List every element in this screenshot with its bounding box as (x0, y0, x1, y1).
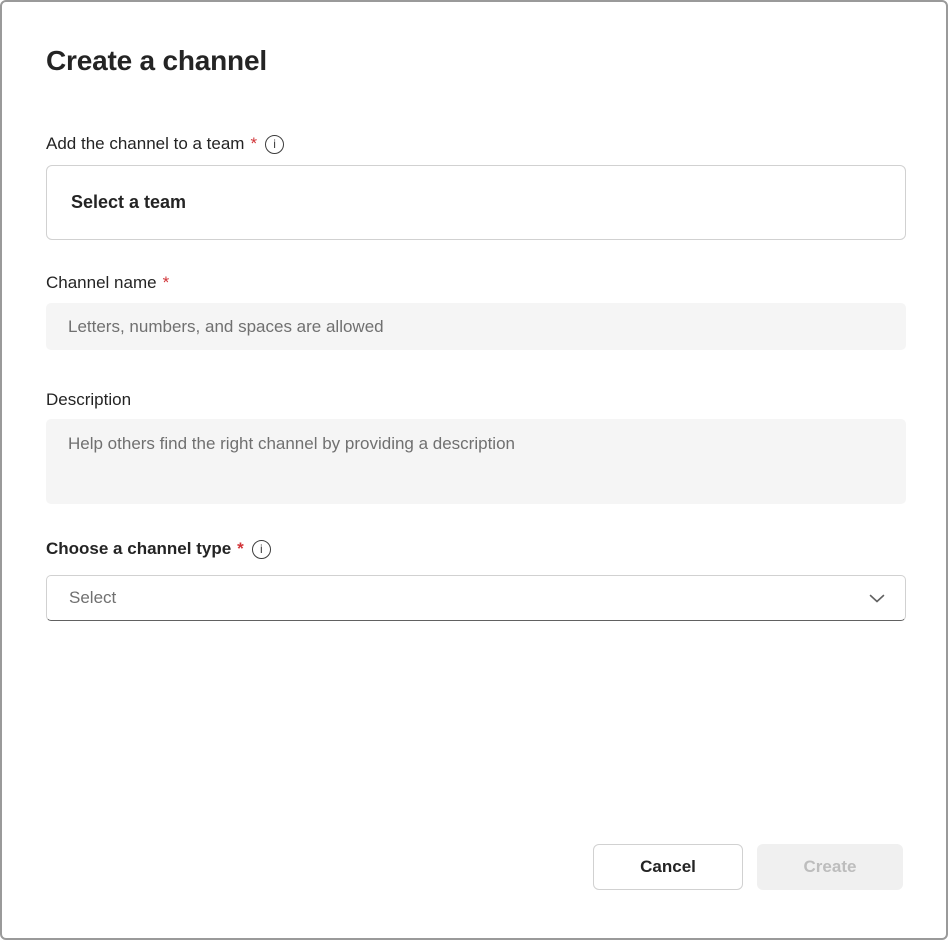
channel-name-label: Channel name (46, 272, 157, 294)
team-field-label-row: Add the channel to a team * i (46, 133, 902, 155)
team-select-value: Select a team (71, 192, 186, 213)
description-label: Description (46, 389, 131, 411)
channel-type-label-row: Choose a channel type * i (46, 538, 902, 560)
channel-type-label: Choose a channel type (46, 538, 231, 560)
create-channel-dialog: Create a channel Add the channel to a te… (0, 0, 948, 940)
dialog-title: Create a channel (46, 44, 902, 78)
team-select-combobox[interactable]: Select a team (46, 165, 906, 240)
channel-type-select[interactable]: Select (46, 575, 906, 621)
description-textarea[interactable] (46, 419, 906, 504)
channel-name-input[interactable] (46, 303, 906, 350)
info-icon[interactable]: i (252, 540, 271, 559)
required-asterisk: * (237, 538, 244, 560)
cancel-button[interactable]: Cancel (593, 844, 743, 890)
team-field-label: Add the channel to a team (46, 133, 244, 155)
dialog-footer: Cancel Create (593, 844, 903, 890)
description-label-row: Description (46, 389, 902, 411)
required-asterisk: * (163, 272, 170, 294)
channel-name-label-row: Channel name * (46, 272, 902, 294)
chevron-down-icon (867, 588, 887, 608)
create-button[interactable]: Create (757, 844, 903, 890)
dialog-content: Create a channel Add the channel to a te… (2, 44, 946, 621)
channel-type-value: Select (69, 588, 116, 608)
required-asterisk: * (250, 133, 257, 155)
info-icon[interactable]: i (265, 135, 284, 154)
